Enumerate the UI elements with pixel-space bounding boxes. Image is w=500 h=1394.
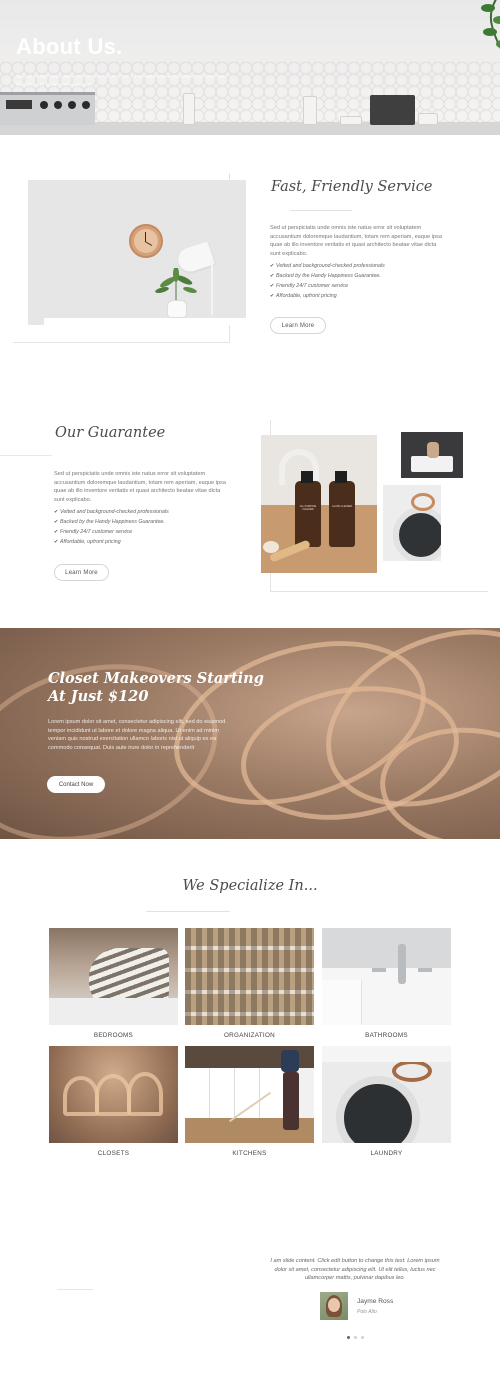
guarantee-checklist: ✔ Vetted and background-checked professio… — [54, 507, 169, 547]
plant-icon — [481, 0, 500, 50]
closets-image — [49, 1046, 178, 1143]
service-label: LAUNDRY — [370, 1150, 403, 1157]
list-item: ✔ Vetted and background-checked professio… — [270, 263, 385, 269]
canister-image — [418, 113, 438, 125]
service-card-closets[interactable]: CLOSETS — [49, 1046, 178, 1157]
service-card-bathrooms[interactable]: BATHROOMS — [322, 928, 451, 1039]
testimonial-author: Jayme Ross — [357, 1298, 394, 1305]
organization-image — [185, 928, 314, 1025]
list-item: ✔ Backed by the Handy Happiness Guarantee… — [270, 273, 381, 279]
stove-image — [0, 92, 95, 125]
service-label: BATHROOMS — [365, 1032, 408, 1039]
list-item: ✔ Affordable, upfront pricing — [270, 293, 337, 299]
guarantee-paragraph: Sed ut perspiciatis unde omnis iste natu… — [54, 471, 226, 503]
fast-service-title: Fast, Friendly Service — [271, 179, 433, 195]
service-label: BEDROOMS — [93, 1032, 134, 1039]
bedrooms-image — [49, 928, 178, 1025]
bathrooms-image — [322, 928, 451, 1025]
kitchens-image — [185, 1046, 314, 1143]
specialize-title: We Specialize In... — [182, 878, 318, 894]
guarantee-title: Our Guarantee — [55, 425, 166, 441]
fast-service-learn-more-button[interactable]: Learn More — [270, 317, 326, 334]
canister-image — [303, 96, 317, 125]
avatar — [320, 1292, 348, 1320]
list-item: ✔ Backed by the Handy Happiness Guarantee… — [54, 519, 165, 525]
title-divider — [290, 210, 352, 211]
list-item: ✔ Friendly 24/7 customer service — [270, 283, 349, 289]
promo-title: Closet Makeovers Starting At Just $120 — [48, 670, 264, 705]
room-clock-image — [28, 180, 246, 325]
testimonial-role: Polo Alto — [357, 1309, 377, 1315]
canister-image — [340, 116, 362, 125]
decorative-frame — [13, 342, 229, 343]
paper-towel-image — [183, 93, 195, 125]
service-card-kitchens[interactable]: KITCHENS — [185, 1046, 314, 1157]
decorative-frame — [270, 591, 488, 592]
hero-banner: About Us. Sed ut perspiciatis unde omnis… — [0, 0, 500, 135]
hero-subtitle: Sed ut perspiciatis unde omnis iste natu… — [16, 74, 228, 88]
washing-machine-image — [383, 485, 441, 561]
fast-service-paragraph: Sed ut perspiciatis unde omnis iste natu… — [270, 225, 442, 257]
clock-icon — [129, 224, 163, 258]
promo-text: Lorem ipsum dolor sit amet, consectetur … — [48, 719, 226, 751]
plant-icon — [155, 268, 197, 302]
service-card-laundry[interactable]: LAUNDRY — [322, 1046, 451, 1157]
slider-dot[interactable] — [361, 1336, 364, 1339]
service-label: ORGANIZATION — [223, 1032, 276, 1039]
guarantee-learn-more-button[interactable]: Learn More — [54, 564, 109, 581]
page-title: About Us. — [16, 34, 123, 59]
fast-service-checklist: ✔ Vetted and background-checked professio… — [270, 261, 385, 301]
bottle-label: ALL PURPOSE CLEANER — [299, 505, 317, 511]
list-item: ✔ Affordable, upfront pricing — [54, 539, 121, 545]
service-card-organization[interactable]: ORGANIZATION — [185, 928, 314, 1039]
cleaning-bottles-image: ALL PURPOSE CLEANER GLASS CLEANER — [261, 435, 377, 573]
list-item: ✔ Friendly 24/7 customer service — [54, 529, 133, 535]
coffee-machine-image — [370, 95, 415, 125]
testimonial-quote: I am slide content. Click edit button to… — [270, 1258, 440, 1281]
slider-dot[interactable] — [354, 1336, 357, 1339]
list-item: ✔ Vetted and background-checked professio… — [54, 509, 169, 515]
contact-now-button[interactable]: Contact Now — [47, 776, 105, 793]
service-label: CLOSETS — [97, 1150, 130, 1157]
title-divider — [146, 911, 230, 912]
decorative-line — [57, 1289, 93, 1290]
decorative-line — [0, 455, 52, 456]
slider-dot[interactable] — [347, 1336, 350, 1339]
service-card-bedrooms[interactable]: BEDROOMS — [49, 928, 178, 1039]
service-label: KITCHENS — [232, 1150, 267, 1157]
bottle-label: GLASS CLEANER — [332, 505, 352, 508]
laundry-image — [322, 1046, 451, 1143]
folded-towels-image — [401, 432, 463, 478]
